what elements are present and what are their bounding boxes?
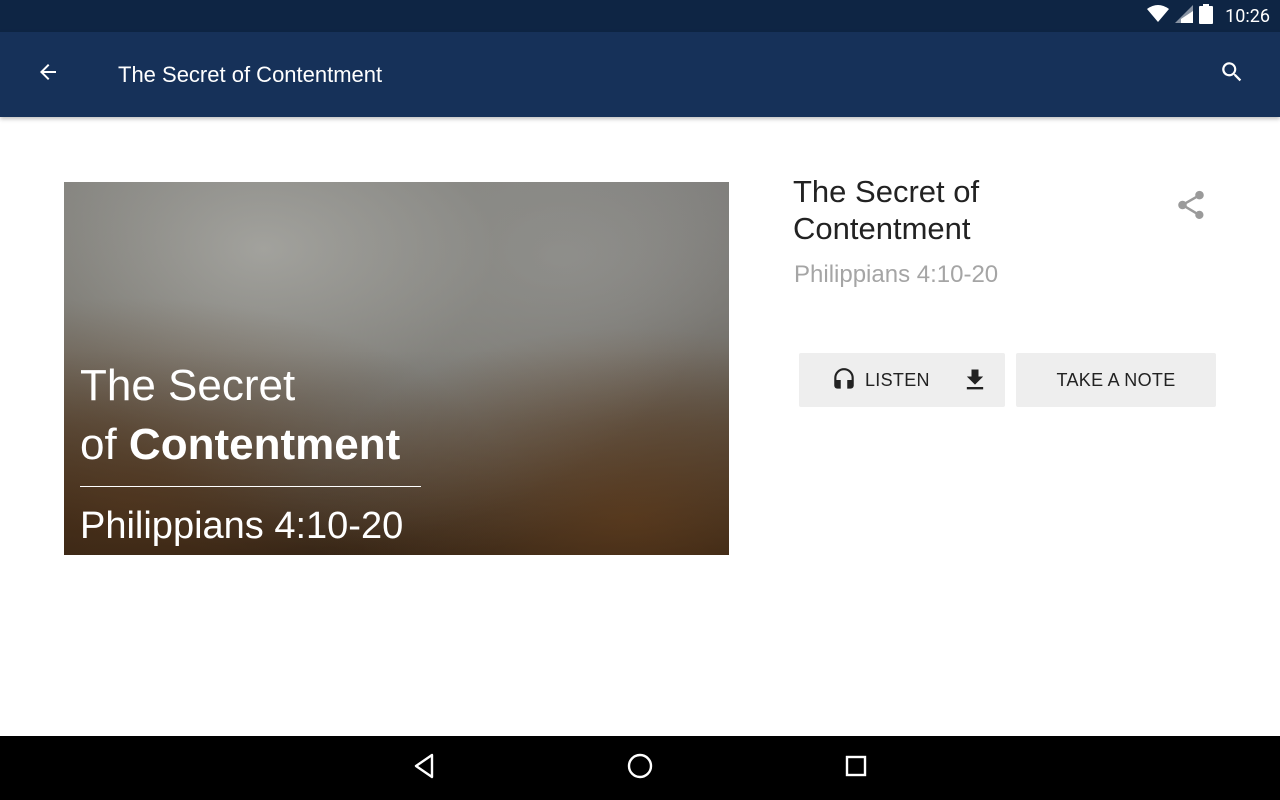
take-note-button[interactable]: TAKE A NOTE bbox=[1016, 353, 1216, 407]
listen-button[interactable]: LISTEN bbox=[799, 353, 1005, 407]
wifi-icon bbox=[1147, 4, 1170, 28]
sermon-reference: Philippians 4:10-20 bbox=[794, 261, 999, 288]
share-icon bbox=[1174, 188, 1208, 227]
app-bar-title: The Secret of Contentment bbox=[118, 62, 383, 87]
signal-icon bbox=[1175, 4, 1194, 28]
share-button[interactable] bbox=[1170, 186, 1212, 228]
artwork-title-line2: of Contentment bbox=[80, 420, 401, 469]
system-nav-bar bbox=[0, 736, 1280, 800]
nav-back-button[interactable] bbox=[406, 750, 442, 786]
status-time: 10:26 bbox=[1225, 5, 1270, 27]
arrow-back-icon bbox=[36, 60, 60, 89]
battery-icon bbox=[1199, 3, 1214, 29]
artwork-title-line1: The Secret bbox=[80, 361, 296, 410]
square-recents-icon bbox=[844, 754, 868, 783]
status-icons: 10:26 bbox=[1147, 0, 1270, 32]
back-button[interactable] bbox=[28, 54, 68, 94]
search-icon bbox=[1219, 59, 1245, 90]
artwork-reference: Philippians 4:10-20 bbox=[80, 505, 404, 547]
artwork-divider bbox=[80, 486, 421, 487]
nav-recents-button[interactable] bbox=[838, 750, 874, 786]
app-bar: The Secret of Contentment bbox=[0, 32, 1280, 117]
sermon-artwork: The Secret of Contentment Philippians 4:… bbox=[64, 182, 729, 555]
headphones-icon bbox=[831, 367, 857, 398]
download-icon[interactable] bbox=[961, 366, 989, 399]
triangle-back-icon bbox=[412, 753, 436, 784]
listen-label: LISTEN bbox=[865, 370, 930, 390]
take-note-label: TAKE A NOTE bbox=[1056, 369, 1176, 390]
sermon-title: The Secret of Contentment bbox=[793, 174, 980, 246]
status-bar: 10:26 bbox=[0, 0, 1280, 32]
nav-home-button[interactable] bbox=[622, 750, 658, 786]
circle-home-icon bbox=[626, 752, 654, 785]
search-button[interactable] bbox=[1212, 54, 1252, 94]
